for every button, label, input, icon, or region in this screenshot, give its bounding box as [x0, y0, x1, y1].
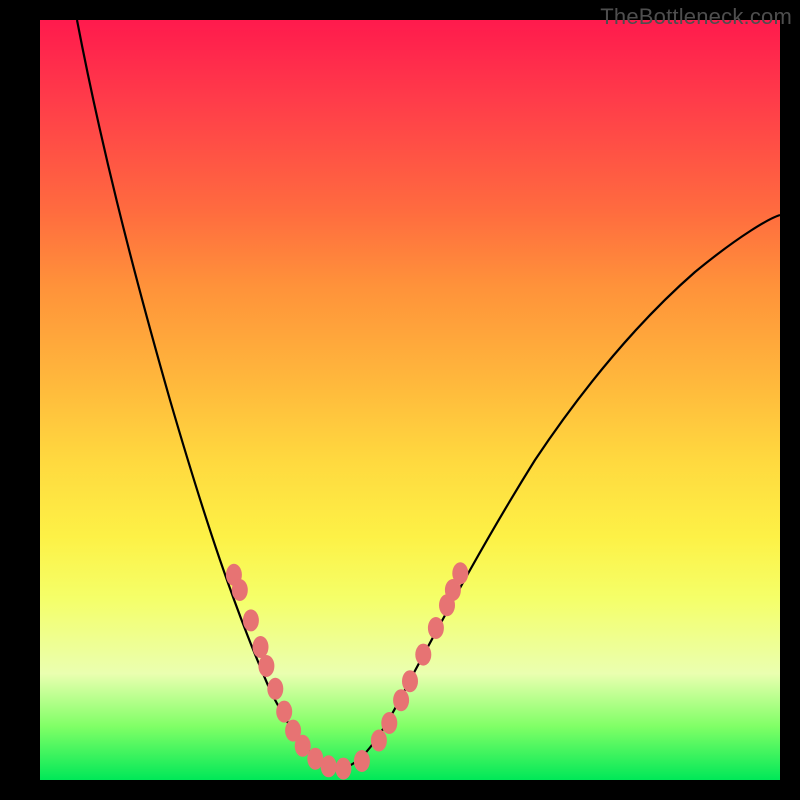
curve-svg: [40, 20, 780, 780]
watermark-text: TheBottleneck.com: [600, 4, 792, 30]
curve-marker: [393, 689, 409, 711]
curve-marker: [243, 609, 259, 631]
curve-marker: [428, 617, 444, 639]
curve-marker: [371, 730, 387, 752]
curve-marker: [354, 750, 370, 772]
curve-marker: [402, 670, 418, 692]
curve-marker: [452, 562, 468, 584]
curve-marker: [253, 636, 269, 658]
curve-marker: [267, 678, 283, 700]
plot-area: [40, 20, 780, 780]
curve-marker: [258, 655, 274, 677]
curve-marker: [415, 644, 431, 666]
curve-marker: [335, 758, 351, 780]
curve-marker: [232, 579, 248, 601]
curve-marker: [276, 701, 292, 723]
marker-group: [226, 562, 468, 779]
chart-frame: TheBottleneck.com: [0, 0, 800, 800]
curve-marker: [381, 712, 397, 734]
curve-marker: [321, 755, 337, 777]
